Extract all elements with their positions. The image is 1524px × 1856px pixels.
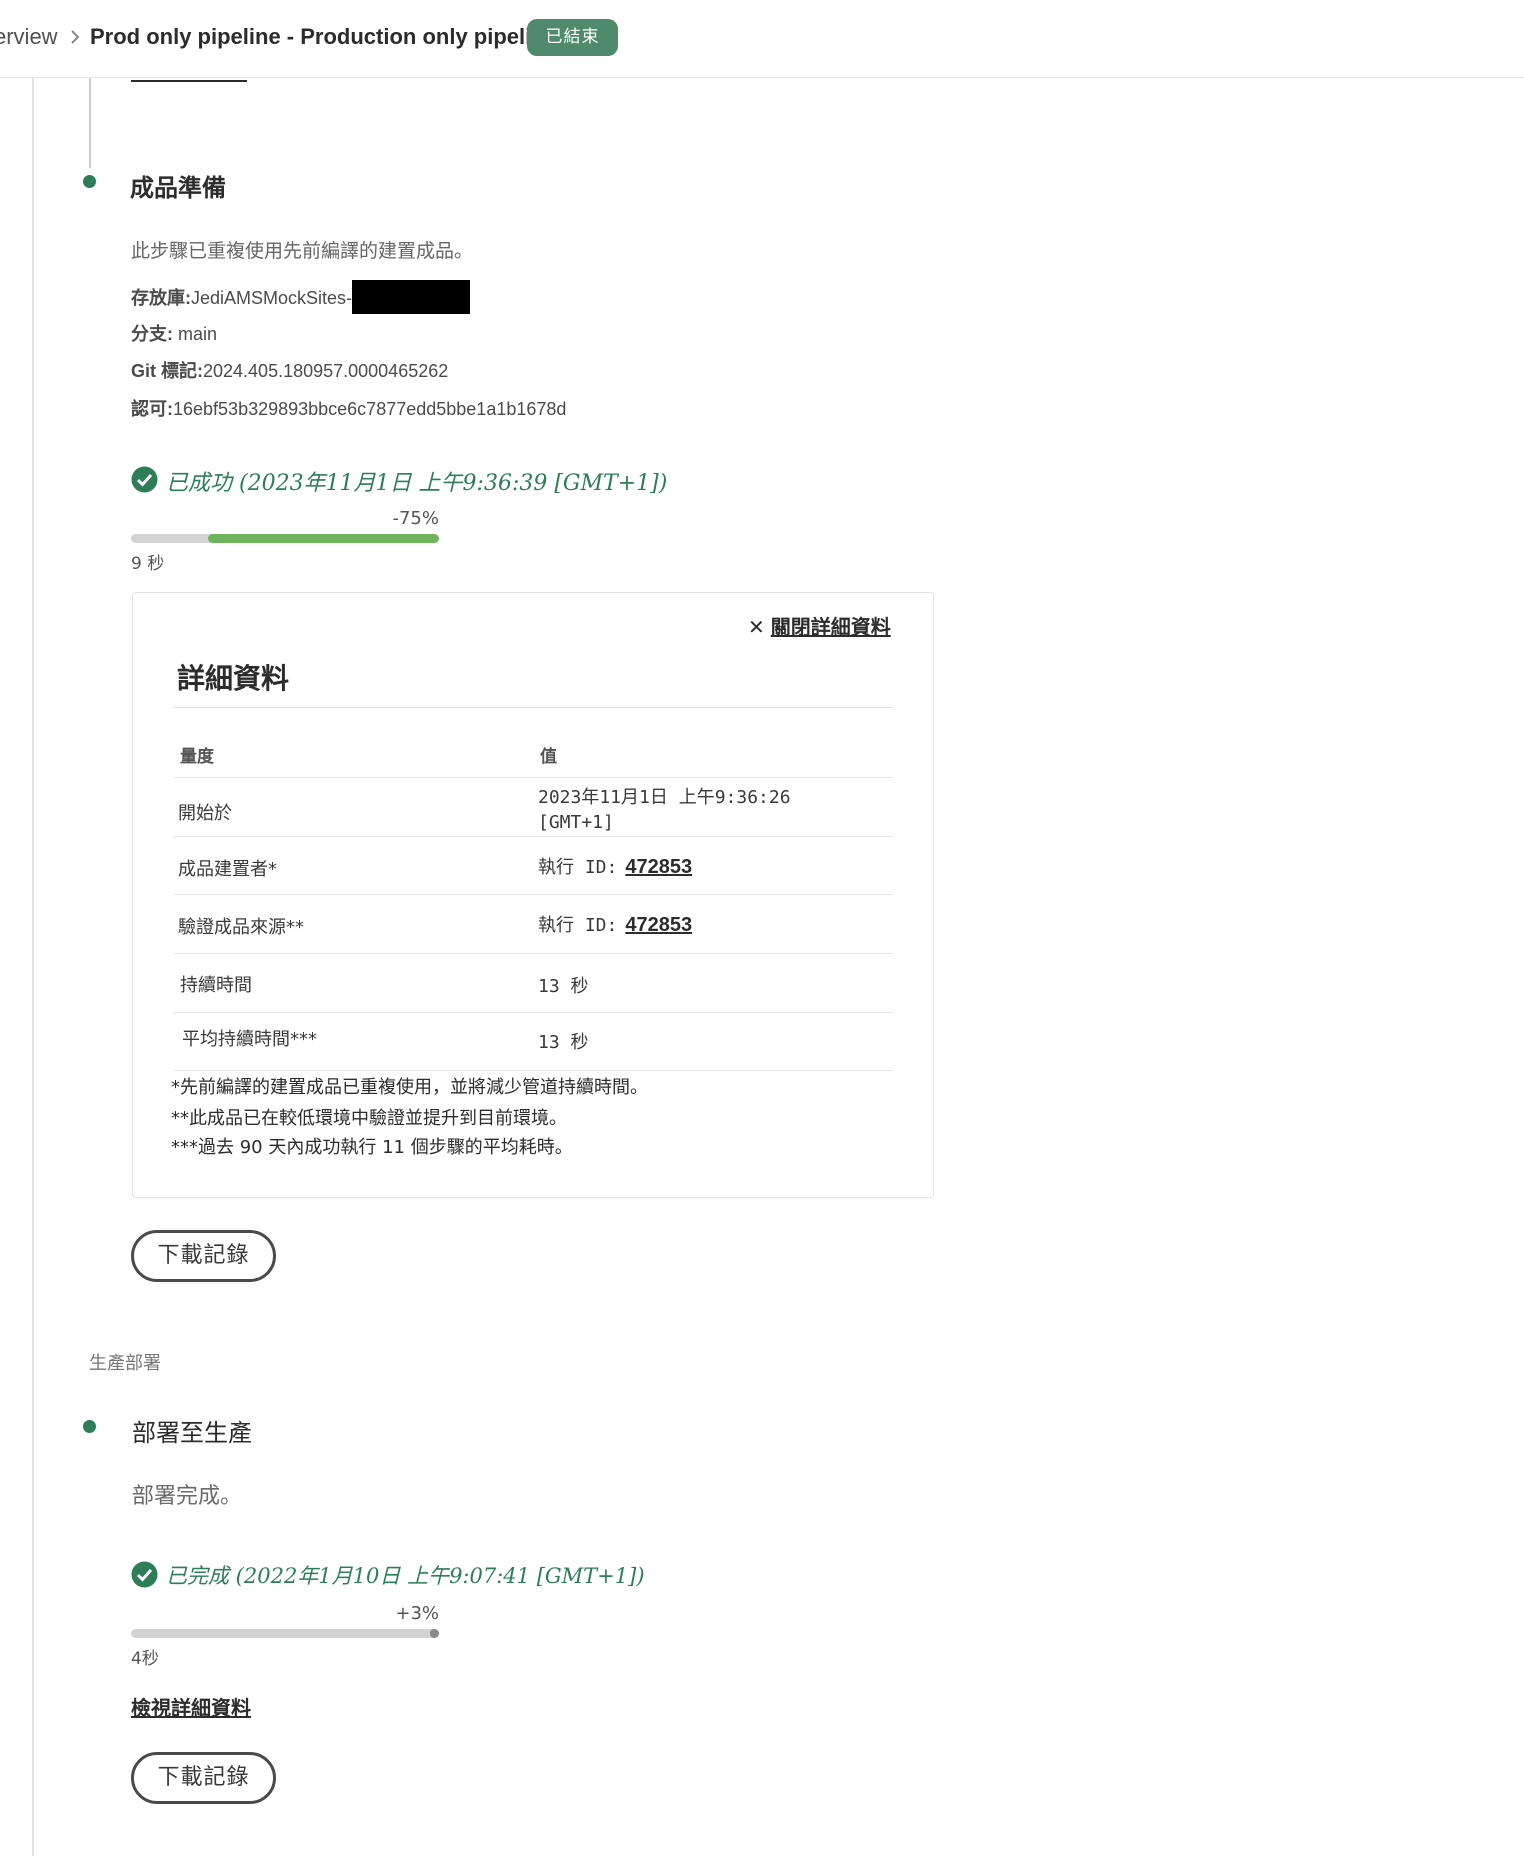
row-divider — [173, 777, 893, 778]
view-details-link[interactable]: 檢視詳細資料 — [131, 1692, 251, 1721]
row-divider — [173, 1070, 893, 1071]
commit-line: 認可:16ebf53b329893bbce6c7877edd5bbe1a1b16… — [131, 395, 566, 421]
details-title: 詳細資料 — [177, 662, 290, 695]
step-status-text: 已完成 (2022年1月10日 上午9:07:41 [GMT+1]) — [166, 1564, 645, 1588]
duration-delta-percent: -75% — [392, 508, 439, 529]
commit-label: 認可: — [131, 399, 173, 419]
row-value-started-tz: [GMT+1] — [538, 812, 614, 833]
redaction-box — [352, 280, 471, 314]
row-key-built-by: 成品建置者* — [178, 859, 277, 880]
step-description: 部署完成。 — [132, 1484, 243, 1509]
branch-line: 分支: main — [131, 320, 217, 346]
row-value-built-by: 執行 ID: 472853 — [538, 853, 692, 879]
close-details-button[interactable]: ✕ 關閉詳細資料 — [748, 611, 891, 640]
row-key-avg-duration: 平均持續時間*** — [182, 1029, 317, 1050]
duration-delta-percent: +3% — [395, 1603, 439, 1624]
duration-bar-end-marker — [430, 1629, 439, 1638]
step-description: 此步驟已重複使用先前編譯的建置成品。 — [131, 240, 474, 262]
step-title-artifact-prep: 成品準備 — [130, 174, 226, 202]
download-log-button[interactable]: 下載記錄 — [131, 1752, 276, 1804]
col-header-metric: 量度 — [180, 747, 214, 767]
row-divider — [173, 836, 893, 837]
row-key-duration: 持續時間 — [180, 975, 252, 996]
chevron-right-icon — [71, 30, 80, 44]
step-status-text: 已成功 (2023年11月1日 上午9:36:39 [GMT+1]) — [166, 471, 668, 496]
footnote-3: ***過去 90 天內成功執行 11 個步驟的平均耗時。 — [171, 1137, 573, 1158]
execution-id-link[interactable]: 472853 — [625, 914, 692, 936]
row-divider — [173, 894, 893, 895]
step-title-deploy-prod: 部署至生產 — [132, 1419, 252, 1447]
commit-value: 16ebf53b329893bbce6c7877edd5bbe1a1b1678d — [173, 399, 567, 419]
duration-bar-fill — [131, 1629, 439, 1638]
step-duration: 9 秒 — [131, 554, 165, 574]
close-details-label: 關閉詳細資料 — [770, 615, 891, 639]
row-value-duration: 13 秒 — [538, 976, 589, 997]
duration-bar-fill — [208, 534, 439, 543]
repo-value: JediAMSMockSites- — [191, 287, 353, 308]
git-tag-label: Git 標記: — [131, 361, 203, 381]
execution-id-link[interactable]: 472853 — [625, 856, 692, 878]
row-divider — [173, 953, 893, 954]
row-value-started-date: 2023年11月1日 上午9:36:26 — [538, 787, 791, 808]
timeline-line — [89, 78, 91, 168]
left-rail — [32, 78, 34, 1856]
close-icon: ✕ — [748, 615, 765, 639]
row-value-verified-source: 執行 ID: 472853 — [538, 911, 692, 937]
check-circle-icon — [131, 466, 158, 493]
previous-step-link-underline — [131, 80, 247, 82]
status-badge: 已結束 — [527, 19, 618, 56]
page-header: erview Prod only pipeline - Production o… — [0, 0, 1524, 78]
divider — [173, 707, 893, 708]
timeline-dot — [83, 175, 96, 188]
git-tag-value: 2024.405.180957.0000465262 — [203, 361, 449, 381]
repo-label: 存放庫: — [131, 287, 191, 308]
details-panel: ✕ 關閉詳細資料 詳細資料 量度 值 開始於 2023年11月1日 上午9:36:… — [132, 592, 934, 1198]
git-tag-line: Git 標記:2024.405.180957.0000465262 — [131, 357, 448, 383]
col-header-value: 值 — [540, 747, 557, 767]
check-circle-icon — [131, 1561, 158, 1588]
duration-bar — [131, 534, 439, 543]
page-title: Prod only pipeline - Production only pip… — [90, 24, 557, 49]
footnote-1: *先前編譯的建置成品已重複使用，並將減少管道持續時間。 — [171, 1077, 648, 1098]
duration-bar — [131, 1629, 439, 1638]
timeline-dot — [83, 1420, 96, 1433]
branch-value: main — [178, 324, 218, 344]
row-key-started: 開始於 — [178, 803, 232, 824]
step-duration: 4秒 — [131, 1649, 159, 1669]
download-log-button[interactable]: 下載記錄 — [131, 1230, 276, 1282]
execution-id-label: 執行 ID: — [538, 915, 618, 936]
execution-id-label: 執行 ID: — [538, 857, 618, 878]
row-key-verified-source: 驗證成品來源** — [178, 917, 304, 938]
breadcrumb-overview[interactable]: erview — [0, 24, 58, 50]
row-divider — [173, 1012, 893, 1013]
footnote-2: **此成品已在較低環境中驗證並提升到目前環境。 — [171, 1108, 567, 1129]
row-value-avg-duration: 13 秒 — [538, 1032, 589, 1053]
section-label-prod-deploy: 生產部署 — [89, 1353, 161, 1374]
repo-line: 存放庫:JediAMSMockSites- — [131, 280, 471, 316]
branch-label: 分支: — [131, 324, 173, 344]
